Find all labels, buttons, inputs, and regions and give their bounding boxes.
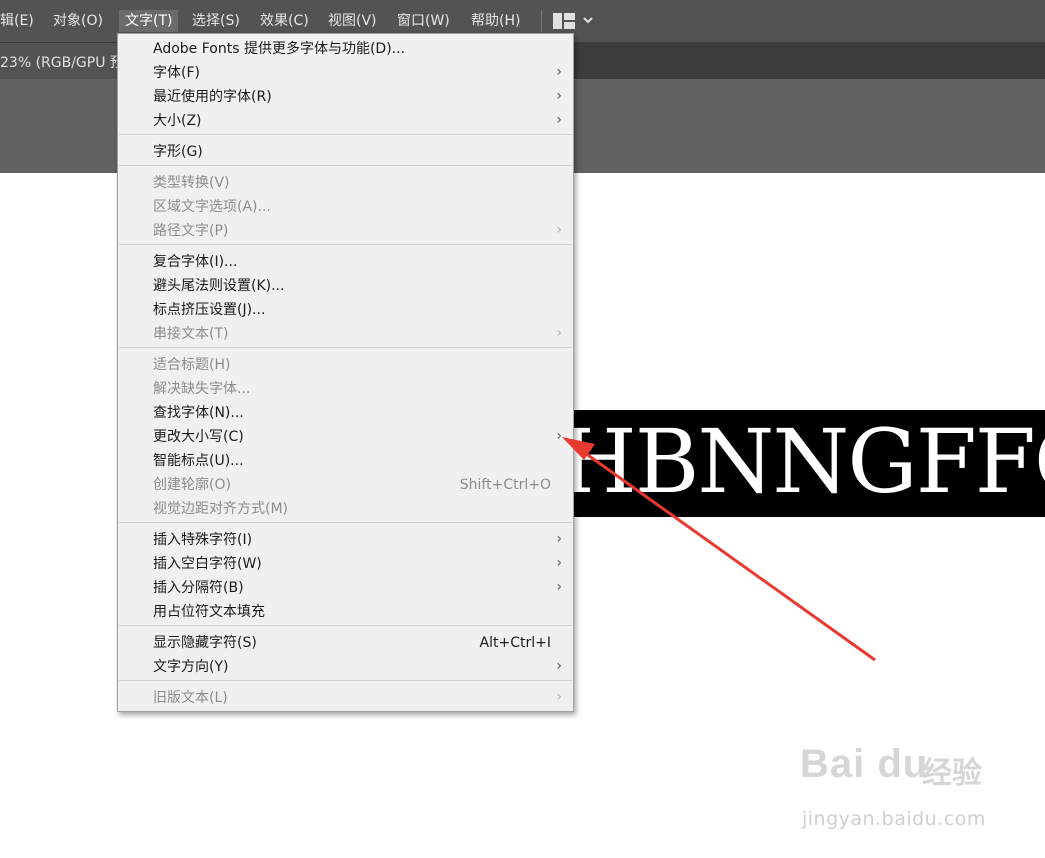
watermark-url: jingyan.baidu.com — [802, 808, 986, 830]
annotation-arrow-icon — [562, 437, 876, 662]
watermark-title: 经验 — [922, 756, 982, 791]
baidu-watermark: Bai du 经验 jingyan.baidu.com — [800, 742, 1000, 837]
watermark-logo: Bai du — [800, 742, 929, 786]
